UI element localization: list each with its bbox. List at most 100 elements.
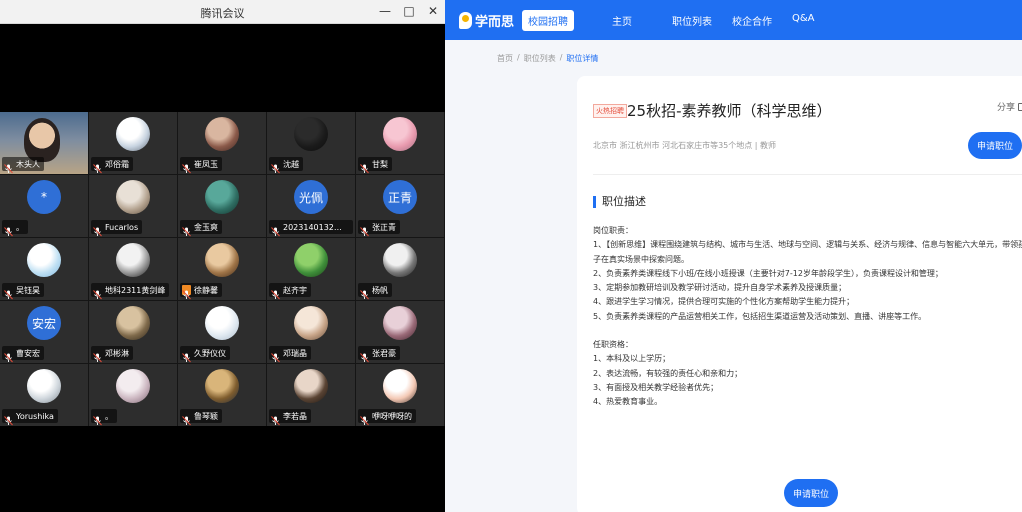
mic-muted-icon [360,348,369,363]
participant-tile[interactable]: 。 [89,364,177,426]
participant-grid: 木头人 邓俗霜 崔凤玉 沈越甘梨 *。Fucarlos 金玉爽 光佩2023140132林光… [0,112,445,426]
apply-button-top[interactable]: 申请职位 [968,132,1022,159]
nav-links: 主页 职位列表 校企合作 Q&A [612,13,852,28]
participant-tile[interactable]: 地科2311黄剑峰 [89,238,177,300]
participant-tile[interactable]: 吴钰昊 [0,238,88,300]
name-tag: 杨帆 [358,283,392,300]
section-title: 职位描述 [593,196,646,208]
recruitment-page: 学而思 校园招聘 主页 职位列表 校企合作 Q&A 首页 / 职位列表 / 职位… [445,0,1022,512]
participant-name: 金玉爽 [194,222,218,232]
participant-tile[interactable]: 李若晶 [267,364,355,426]
requirement-item: 2、表达流畅，有较强的责任心和亲和力； [593,368,743,378]
nav-job-list[interactable]: 职位列表 [672,13,732,28]
participant-tile[interactable]: 光佩 2023140132林光佩 [267,175,355,237]
mic-muted-icon [360,222,369,237]
participant-tile[interactable]: 木头人 [0,112,88,174]
duty-item: 3、定期参加教研培训及教学研讨活动，提升自身学术素养及授课质量； [593,283,847,293]
avatar [205,369,239,403]
breadcrumb: 首页 / 职位列表 / 职位详情 [497,53,598,64]
participant-tile[interactable]: 咿呀咿呀的 [356,364,444,426]
name-tag: 金玉爽 [180,220,222,237]
breadcrumb-home[interactable]: 首页 [497,53,513,64]
name-tag: 邓瑞晶 [269,346,311,363]
participant-tile[interactable]: 邓瑞晶 [267,301,355,363]
participant-name: 赵齐宇 [283,285,307,295]
participant-name: Yorushika [16,411,54,421]
avatar [294,117,328,151]
participant-tile[interactable]: 崔凤玉 [178,112,266,174]
mic-muted-icon [93,348,102,363]
job-meta: 北京市 浙江杭州市 河北石家庄市等35个地点 | 教师 [593,141,777,150]
duty-item: 4、跟进学生学习情况，提供合理可实施的个性化方案帮助学生能力提升； [593,297,855,307]
avatar [27,243,61,277]
share-button[interactable]: 分享 [997,100,1022,113]
participant-name: 。 [105,411,113,421]
breadcrumb-sep: / [559,53,563,62]
duty-item: 1、【创新思维】课程围绕建筑与结构、城市与生活、地球与空间、逻辑与关系、经济与规… [593,240,1022,264]
participant-tile[interactable]: Yorushika [0,364,88,426]
avatar [116,306,150,340]
name-tag: 崔凤玉 [180,157,222,174]
share-label: 分享 [997,103,1016,113]
breadcrumb-job-list[interactable]: 职位列表 [524,53,556,64]
nav-home[interactable]: 主页 [612,13,672,28]
participant-name: 张正青 [372,222,396,232]
mic-muted-icon [4,411,13,426]
participant-name: 吴钰昊 [16,285,40,295]
nav-cooperation[interactable]: 校企合作 [732,13,792,28]
logo-text: 学而思 [475,14,515,30]
participant-tile[interactable]: 安宏曹安宏 [0,301,88,363]
name-tag: 咿呀咿呀的 [358,409,416,426]
participant-tile[interactable]: 鲁琴颖 [178,364,266,426]
screen: 腾讯会议 — □ ✕ 木头人 邓俗霜 崔凤玉 沈越 甘梨 *。 Fucarlos 金玉爽 光佩 2… [0,0,1022,512]
minimize-icon[interactable]: — [379,3,391,19]
name-tag: 邓俗霜 [91,157,133,174]
participant-name: 咿呀咿呀的 [372,411,412,421]
job-title: 25秋招-素养教师（科学思维） [627,102,832,120]
participant-tile[interactable]: 久野仪仪 [178,301,266,363]
maximize-icon[interactable]: □ [403,3,415,19]
participant-tile[interactable]: 沈越 [267,112,355,174]
name-tag: 邓彬淋 [91,346,133,363]
duty-item: 5、负责素养类课程的产品运营相关工作，包括招生渠道运营及活动策划、直播、讲座等工… [593,311,927,321]
mic-muted-icon [182,222,191,237]
mic-muted-icon [271,285,280,300]
participant-tile[interactable]: Fucarlos [89,175,177,237]
avatar: 安宏 [27,306,61,340]
participant-tile[interactable]: 徐静馨 [178,238,266,300]
participant-name: 甘梨 [372,159,388,169]
avatar [205,180,239,214]
participant-tile[interactable]: 邓彬淋 [89,301,177,363]
site-logo[interactable]: 学而思 [459,11,514,30]
participant-tile[interactable]: 正青 张正青 [356,175,444,237]
name-tag: 张正青 [358,220,400,237]
mic-muted-icon [271,348,280,363]
avatar [205,306,239,340]
participant-tile[interactable]: 甘梨 [356,112,444,174]
participant-tile[interactable]: 邓俗霜 [89,112,177,174]
name-tag: 2023140132林光佩 [269,220,353,237]
participant-tile[interactable]: *。 [0,175,88,237]
participant-tile[interactable]: 赵齐宇 [267,238,355,300]
avatar [294,306,328,340]
campus-recruit-button[interactable]: 校园招聘 [522,9,575,31]
participant-tile[interactable]: 杨帆 [356,238,444,300]
participant-name: 木头人 [16,159,40,169]
nav-qa[interactable]: Q&A [792,13,852,28]
divider [593,174,1022,175]
apply-button-bottom[interactable]: 申请职位 [784,479,838,507]
participant-name: 2023140132林光佩 [283,222,349,232]
mic-muted-icon [271,411,280,426]
participant-tile[interactable]: 张君豪 [356,301,444,363]
close-icon[interactable]: ✕ [427,3,439,19]
participant-tile[interactable]: 金玉爽 [178,175,266,237]
mic-muted-icon [271,159,280,174]
name-tag: 李若晶 [269,409,311,426]
name-tag: 曹安宏 [2,346,44,363]
avatar [205,243,239,277]
logo-icon [459,11,472,29]
meeting-window: 腾讯会议 — □ ✕ 木头人 邓俗霜 崔凤玉 沈越 甘梨 *。 Fucarlos 金玉爽 光佩 2… [0,0,445,512]
avatar [27,369,61,403]
name-tag: 赵齐宇 [269,283,311,300]
name-tag: 。 [91,409,117,426]
